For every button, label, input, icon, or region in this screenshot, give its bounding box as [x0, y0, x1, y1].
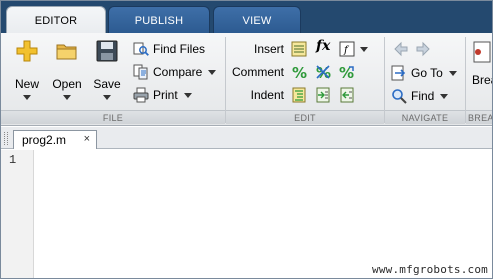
goto-icon [391, 65, 406, 81]
code-editor[interactable]: 1 www.mfgrobots.com [1, 150, 492, 278]
comment-icon[interactable]: % [291, 64, 307, 80]
insert-function-icon[interactable]: fx [316, 38, 330, 54]
back-arrow-icon[interactable] [393, 41, 409, 57]
tab-publish[interactable]: PUBLISH [108, 6, 210, 34]
find-files-button[interactable]: Find Files [133, 39, 205, 59]
increase-indent-icon[interactable] [315, 87, 331, 103]
tab-view[interactable]: VIEW [213, 6, 301, 34]
document-tab-bar: prog2.m × [1, 127, 492, 149]
insert-section-icon[interactable] [291, 41, 307, 57]
print-label: Print [153, 88, 178, 102]
tab-editor-label: EDITOR [34, 14, 78, 27]
tab-view-label: VIEW [242, 14, 272, 27]
file-section: New Open Save Find Files Compare Print F… [1, 33, 225, 126]
breakpoints-section: Brea BREA [466, 33, 492, 126]
goto-dropdown-icon[interactable] [448, 70, 457, 76]
toolstrip-tab-bar: EDITOR PUBLISH VIEW [1, 1, 492, 34]
folder-icon [56, 44, 77, 60]
insert-dropdown-icon[interactable] [360, 47, 368, 52]
close-tab-icon[interactable]: × [84, 133, 90, 145]
uncomment-icon[interactable]: % [315, 64, 331, 80]
floppy-disk-icon [96, 40, 118, 62]
file-section-title: FILE [1, 110, 225, 124]
comment-label: Comment [231, 65, 284, 79]
save-button[interactable]: Save [89, 39, 125, 103]
find-files-label: Find Files [153, 42, 206, 56]
smart-indent-icon[interactable] [291, 87, 307, 103]
navigate-section: Go To Find NAVIGATE [385, 33, 465, 126]
indent-label: Indent [250, 88, 284, 102]
save-label: Save [93, 77, 121, 91]
wrap-comments-icon[interactable]: % [339, 64, 355, 80]
insert-code-icon[interactable]: f [339, 41, 355, 57]
compare-dropdown-icon[interactable] [208, 69, 217, 75]
tab-publish-label: PUBLISH [134, 14, 184, 27]
drag-grip-icon[interactable] [4, 132, 8, 145]
goto-label: Go To [411, 66, 443, 80]
breakpoints-section-title: BREA [466, 110, 492, 124]
matlab-editor-window: EDITOR PUBLISH VIEW New Open Save Find F… [0, 0, 493, 279]
navigate-section-title: NAVIGATE [385, 110, 465, 124]
open-dropdown-icon[interactable] [63, 95, 71, 100]
print-button[interactable]: Print [133, 85, 192, 105]
tab-editor[interactable]: EDITOR [6, 6, 106, 34]
compare-button[interactable]: Compare [133, 62, 217, 82]
new-button[interactable]: New [9, 39, 45, 103]
breakpoints-label[interactable]: Brea [472, 73, 492, 87]
line-number: 1 [9, 153, 17, 167]
edit-section-title: EDIT [226, 110, 384, 124]
toolstrip-ribbon: New Open Save Find Files Compare Print F… [1, 33, 492, 126]
find-files-icon [133, 42, 149, 56]
find-button[interactable]: Find [391, 86, 449, 106]
magnifier-icon [392, 89, 407, 104]
watermark: www.mfgrobots.com [372, 263, 488, 276]
find-dropdown-icon[interactable] [440, 93, 449, 99]
forward-arrow-icon[interactable] [415, 41, 431, 57]
printer-icon [133, 87, 149, 103]
decrease-indent-icon[interactable] [339, 87, 355, 103]
breakpoint-icon[interactable] [472, 41, 492, 63]
goto-button[interactable]: Go To [391, 63, 457, 83]
save-dropdown-icon[interactable] [103, 95, 111, 100]
line-number-gutter: 1 [1, 150, 34, 278]
new-plus-icon [16, 40, 38, 62]
open-button[interactable]: Open [49, 39, 85, 103]
document-tab-label: prog2.m [22, 133, 67, 147]
document-tab-prog2[interactable]: prog2.m × [13, 130, 97, 149]
find-label: Find [411, 89, 435, 103]
print-dropdown-icon[interactable] [183, 92, 192, 98]
compare-icon [133, 64, 148, 80]
new-dropdown-icon[interactable] [23, 95, 31, 100]
edit-section: Insert Comment Indent fx f % % EDIT [226, 33, 384, 126]
svg-text:%: % [292, 64, 307, 80]
insert-label: Insert [253, 42, 284, 56]
compare-label: Compare [153, 65, 203, 79]
